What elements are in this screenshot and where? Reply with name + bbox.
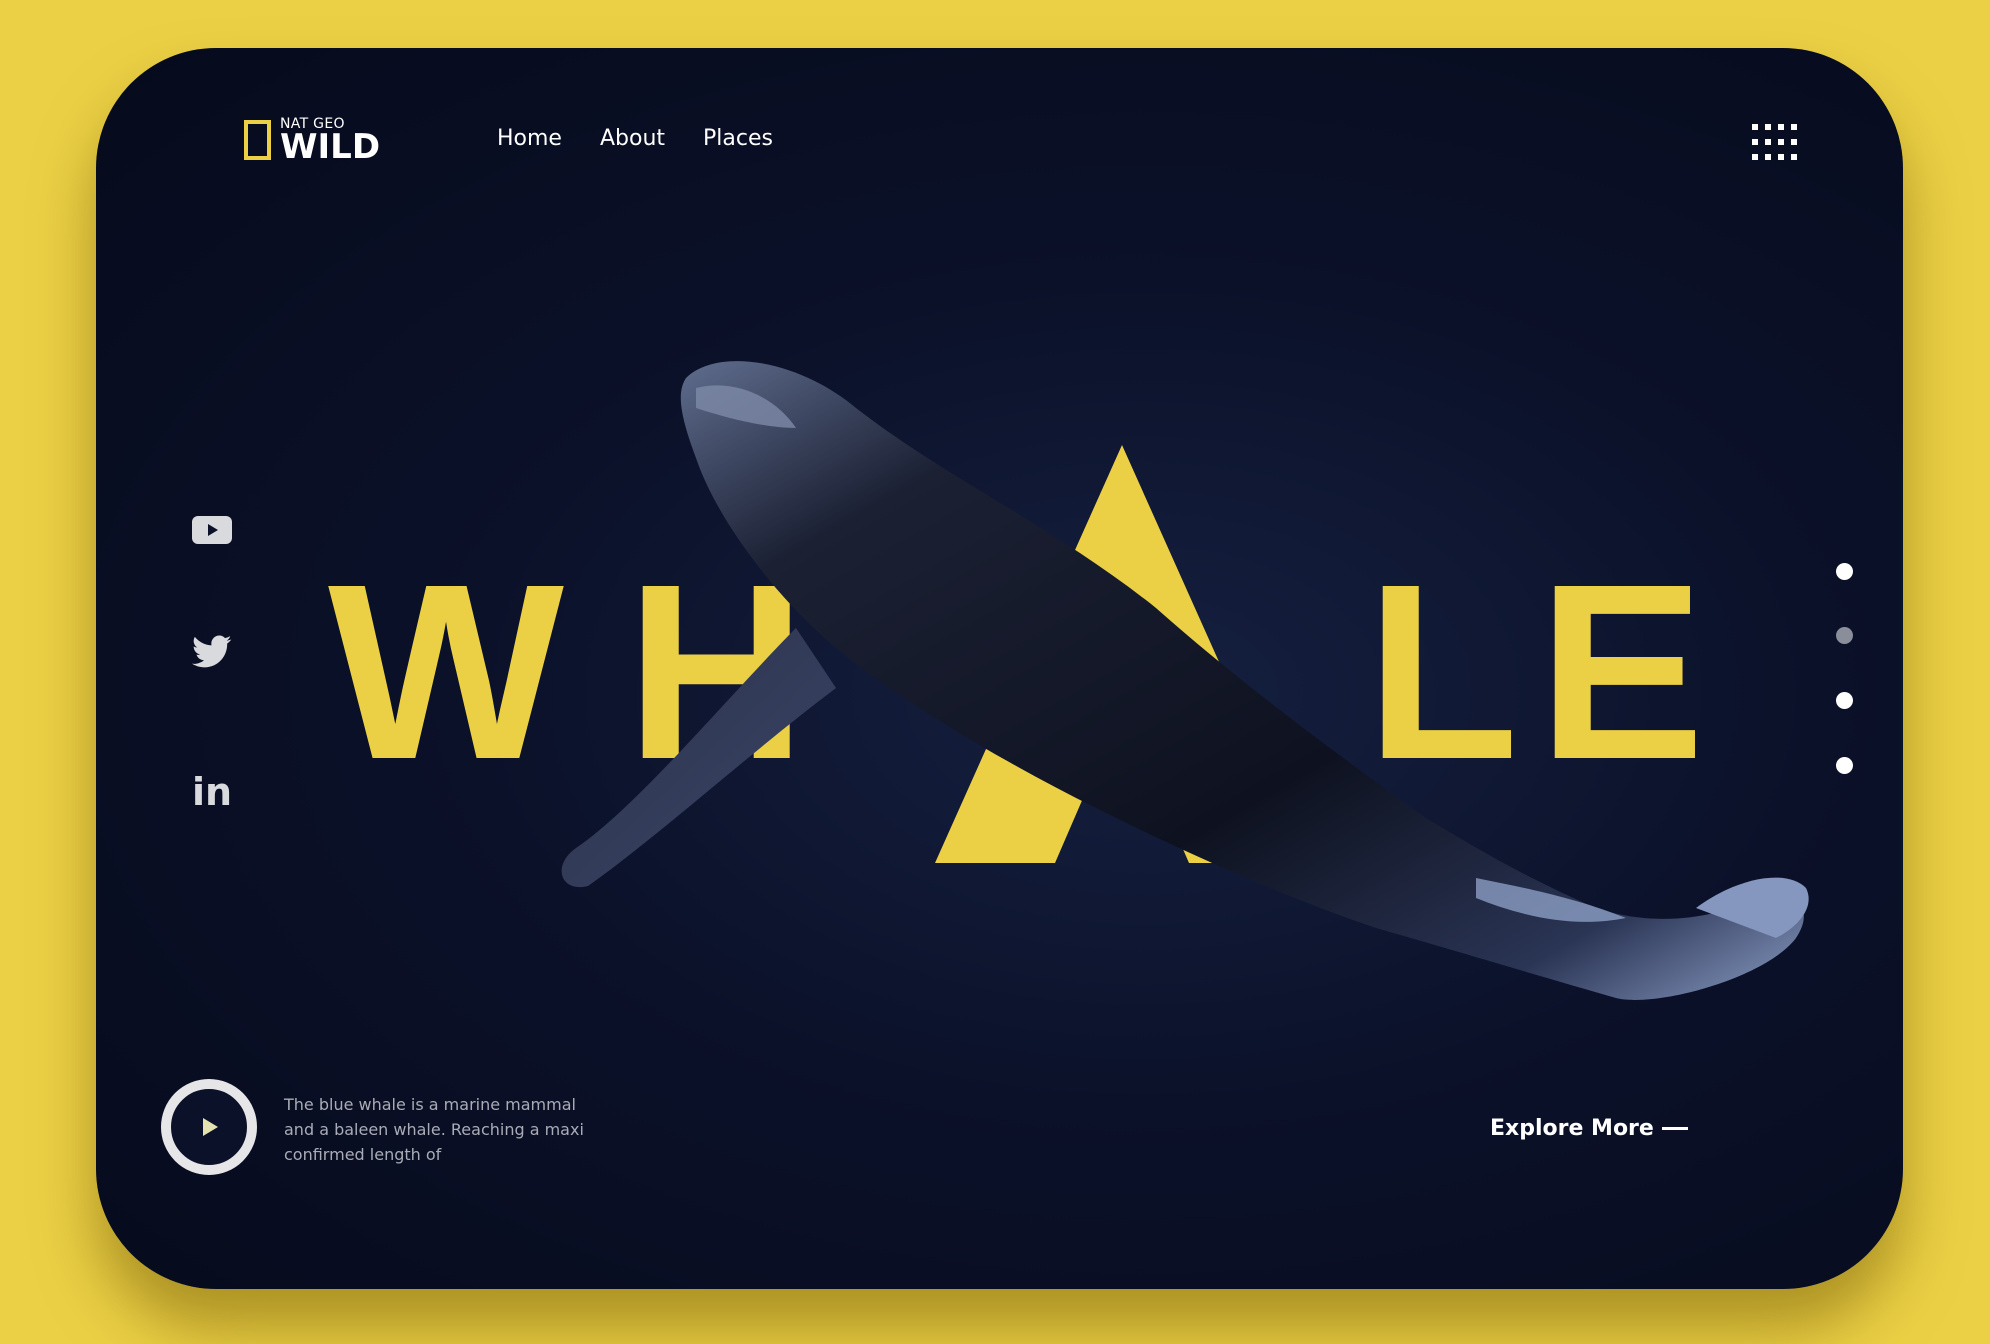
logo-frame-icon bbox=[244, 120, 271, 160]
twitter-icon[interactable] bbox=[190, 630, 234, 674]
nav-item-places[interactable]: Places bbox=[703, 126, 773, 151]
play-button[interactable] bbox=[161, 1079, 257, 1175]
whale-description: The blue whale is a marine mammal and a … bbox=[284, 1095, 584, 1164]
hero-card: NAT GEO WILD Home About Places in W H L … bbox=[96, 48, 1903, 1289]
hero-letter-l: L bbox=[1366, 532, 1519, 811]
pager-dot-4[interactable] bbox=[1836, 757, 1853, 774]
pager-dot-3[interactable] bbox=[1836, 692, 1853, 709]
youtube-icon[interactable] bbox=[190, 508, 234, 552]
play-icon bbox=[203, 1118, 218, 1136]
hero-letter-a bbox=[935, 445, 1309, 863]
pager-dot-1[interactable] bbox=[1836, 563, 1853, 580]
dash-icon bbox=[1661, 1127, 1688, 1130]
hero-letter-h: H bbox=[626, 532, 807, 811]
nav-item-about[interactable]: About bbox=[600, 126, 665, 151]
whale-tail bbox=[1696, 877, 1809, 938]
nav-item-home[interactable]: Home bbox=[497, 126, 562, 151]
linkedin-icon[interactable]: in bbox=[190, 770, 234, 814]
explore-more-label: Explore More bbox=[1490, 1116, 1654, 1141]
main-nav: Home About Places bbox=[497, 126, 773, 151]
whale-fin bbox=[561, 628, 836, 888]
brand-big-text: WILD bbox=[280, 127, 381, 167]
explore-more-button[interactable]: Explore More bbox=[1490, 1116, 1688, 1141]
brand-logo[interactable]: NAT GEO WILD bbox=[244, 114, 380, 166]
grid-menu-icon[interactable] bbox=[1752, 124, 1797, 168]
whale-body bbox=[680, 361, 1804, 1000]
hero-letter-w: W bbox=[328, 532, 564, 811]
hero-letter-e: E bbox=[1538, 532, 1705, 811]
pager-dot-2[interactable] bbox=[1836, 627, 1853, 644]
